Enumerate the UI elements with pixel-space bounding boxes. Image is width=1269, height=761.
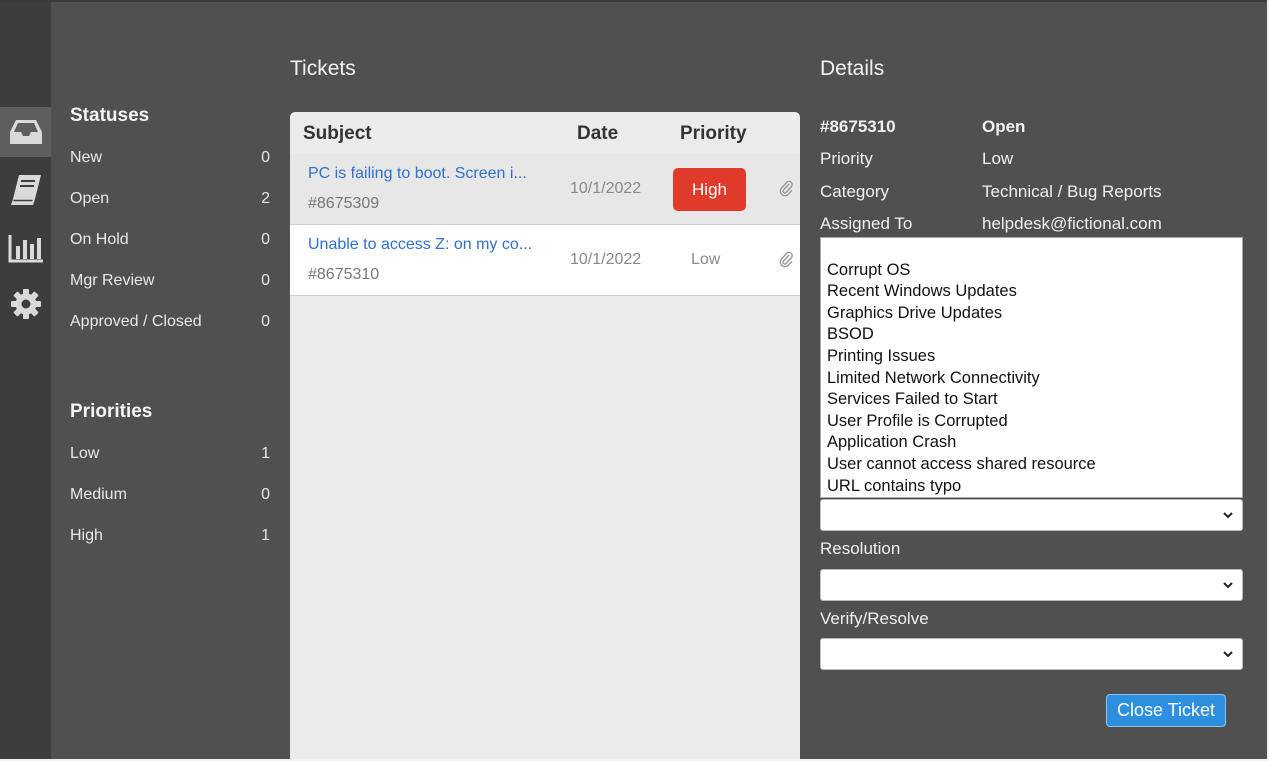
status-label: On Hold xyxy=(70,231,129,248)
priority-high[interactable]: High 1 xyxy=(70,527,270,551)
priority-label: Medium xyxy=(70,486,127,503)
priority-badge-high: High xyxy=(673,168,746,211)
status-count: 0 xyxy=(261,272,270,289)
list-item[interactable]: Limited Network Connectivity xyxy=(821,368,1242,390)
column-priority[interactable]: Priority xyxy=(680,123,747,145)
details-status: Open xyxy=(982,117,1026,136)
tickets-list: Subject Date Priority PC is failing to b… xyxy=(290,112,800,759)
list-item[interactable]: Application Crash xyxy=(821,432,1242,454)
category-key: Category xyxy=(820,182,889,201)
priority-label: High xyxy=(70,527,103,544)
verify-resolve-label: Verify/Resolve xyxy=(820,609,929,628)
list-item[interactable]: Corrupt OS xyxy=(821,260,1242,282)
column-subject[interactable]: Subject xyxy=(303,123,372,145)
list-item[interactable]: User cannot access shared resource xyxy=(821,454,1242,476)
filter-panel: Statuses New 0 Open 2 On Hold 0 Mgr Revi… xyxy=(51,0,288,761)
nav-reports[interactable] xyxy=(0,223,51,273)
statuses-heading: Statuses xyxy=(70,105,150,126)
details-assigned-row: Assigned To helpdesk@fictional.com xyxy=(820,214,1260,238)
paperclip-icon[interactable] xyxy=(779,250,793,268)
priority-value: Low xyxy=(982,149,1014,168)
priority-low[interactable]: Low 1 xyxy=(70,445,270,469)
assigned-value: helpdesk@fictional.com xyxy=(982,214,1162,233)
priority-medium[interactable]: Medium 0 xyxy=(70,486,270,510)
category-value: Technical / Bug Reports xyxy=(982,182,1162,201)
status-new[interactable]: New 0 xyxy=(70,149,270,173)
details-priority-row: Priority Low xyxy=(820,149,1260,173)
ticket-subject[interactable]: Unable to access Z: on my co... xyxy=(308,236,556,254)
bar-chart-icon xyxy=(8,235,43,263)
chevron-down-icon xyxy=(1223,512,1233,519)
verify-resolve-select[interactable] xyxy=(820,638,1243,670)
list-item[interactable] xyxy=(821,238,1242,260)
inbox-icon xyxy=(9,120,42,144)
list-item[interactable]: Services Failed to Start xyxy=(821,389,1242,411)
priority-key: Priority xyxy=(820,149,873,168)
status-count: 2 xyxy=(261,190,270,207)
resolution-select[interactable] xyxy=(820,569,1243,601)
priority-count: 1 xyxy=(261,527,270,544)
priority-label: Low xyxy=(70,445,100,462)
status-label: Approved / Closed xyxy=(70,313,202,330)
list-item[interactable]: Recent Windows Updates xyxy=(821,281,1242,303)
nav-inbox[interactable] xyxy=(0,107,51,157)
close-ticket-button[interactable]: Close Ticket xyxy=(1106,694,1226,727)
status-open[interactable]: Open 2 xyxy=(70,190,270,214)
priorities-heading: Priorities xyxy=(70,401,153,422)
ticket-row[interactable]: Unable to access Z: on my co... #8675310… xyxy=(290,224,800,296)
column-date[interactable]: Date xyxy=(577,123,618,145)
tickets-title: Tickets xyxy=(290,57,356,80)
priority-count: 0 xyxy=(261,486,270,503)
status-approved-closed[interactable]: Approved / Closed 0 xyxy=(70,313,270,337)
status-mgr-review[interactable]: Mgr Review 0 xyxy=(70,272,270,296)
chevron-down-icon xyxy=(1223,582,1233,589)
priority-count: 1 xyxy=(261,445,270,462)
list-item[interactable]: User Profile is Corrupted xyxy=(821,411,1242,433)
priority-text-low: Low xyxy=(691,251,721,268)
status-count: 0 xyxy=(261,231,270,248)
ticket-id: #8675310 xyxy=(308,266,380,283)
icon-rail xyxy=(0,2,51,759)
status-count: 0 xyxy=(261,313,270,330)
status-label: New xyxy=(70,149,103,166)
status-on-hold[interactable]: On Hold 0 xyxy=(70,231,270,255)
ticket-date: 10/1/2022 xyxy=(570,180,642,197)
details-category-row: Category Technical / Bug Reports xyxy=(820,182,1260,206)
ticket-row[interactable]: PC is failing to boot. Screen i... #8675… xyxy=(290,154,800,224)
details-id-status: #8675310 Open xyxy=(820,117,1260,141)
chevron-down-icon xyxy=(1223,651,1233,658)
nav-settings[interactable] xyxy=(0,279,51,329)
details-title: Details xyxy=(820,57,885,80)
status-label: Open xyxy=(70,190,110,207)
ticket-id: #8675309 xyxy=(308,195,380,212)
list-item[interactable]: Graphics Drive Updates xyxy=(821,303,1242,325)
list-item[interactable]: URL contains typo xyxy=(821,476,1242,497)
status-label: Mgr Review xyxy=(70,272,155,289)
book-icon xyxy=(10,175,41,205)
issue-options-listbox[interactable]: Corrupt OS Recent Windows Updates Graphi… xyxy=(820,237,1243,498)
details-ticket-id: #8675310 xyxy=(820,117,896,136)
list-item[interactable]: Printing Issues xyxy=(821,346,1242,368)
ticket-date: 10/1/2022 xyxy=(570,251,642,268)
issue-select[interactable] xyxy=(820,499,1243,531)
tickets-header: Subject Date Priority xyxy=(290,112,800,154)
assigned-key: Assigned To xyxy=(820,214,913,233)
paperclip-icon[interactable] xyxy=(779,179,793,197)
list-item[interactable]: BSOD xyxy=(821,324,1242,346)
ticket-subject[interactable]: PC is failing to boot. Screen i... xyxy=(308,165,556,183)
resolution-label: Resolution xyxy=(820,539,901,558)
status-count: 0 xyxy=(261,149,270,166)
gear-icon xyxy=(10,289,41,319)
nav-knowledge-base[interactable] xyxy=(0,165,51,215)
